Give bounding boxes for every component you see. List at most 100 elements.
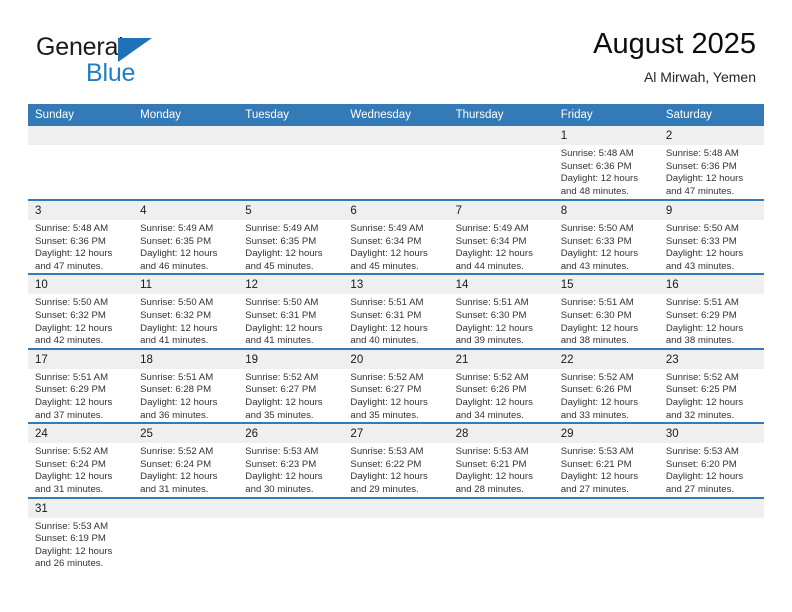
day-number <box>658 498 764 518</box>
day-number: 2 <box>658 126 764 145</box>
calendar-day-cell[interactable]: 28 Sunrise: 5:53 AM Sunset: 6:21 PM Dayligh… <box>448 422 554 498</box>
day-number: 5 <box>238 201 344 220</box>
calendar-day-cell[interactable]: 16 Sunrise: 5:51 AM Sunset: 6:29 PM Dayligh… <box>658 273 764 349</box>
day-cell-inner: 27 Sunrise: 5:53 AM Sunset: 6:22 PM Dayligh… <box>343 424 449 496</box>
calendar-day-cell[interactable]: 25 Sunrise: 5:52 AM Sunset: 6:24 PM Dayligh… <box>133 422 239 498</box>
brand-logo[interactable]: General Blue <box>36 33 216 89</box>
daylight-text-line1: Daylight: 12 hours <box>140 396 218 408</box>
sunset-text: Sunset: 6:33 PM <box>560 235 632 247</box>
calendar-day-cell[interactable]: 2 Sunrise: 5:48 AM Sunset: 6:36 PM Daylight… <box>658 126 764 200</box>
day-cell-inner <box>238 498 344 576</box>
calendar-day-cell[interactable]: 14 Sunrise: 5:51 AM Sunset: 6:30 PM Dayligh… <box>448 273 554 349</box>
calendar-week-row: 31 Sunrise: 5:53 AM Sunset: 6:19 PM Dayligh… <box>28 496 764 576</box>
calendar-day-cell[interactable]: 10 Sunrise: 5:50 AM Sunset: 6:32 PM Dayligh… <box>28 273 134 349</box>
daylight-text-line2: and 31 minutes. <box>35 483 104 495</box>
day-number: 17 <box>28 349 134 369</box>
daylight-text-line2: and 33 minutes. <box>560 409 629 421</box>
sunrise-text: Sunrise: 5:53 AM <box>560 446 634 458</box>
day-number: 15 <box>553 275 659 295</box>
calendar-day-cell[interactable]: 15 Sunrise: 5:51 AM Sunset: 6:30 PM Dayligh… <box>553 273 659 349</box>
sunset-text: Sunset: 6:27 PM <box>245 384 317 396</box>
day-cell-inner: 22 Sunrise: 5:52 AM Sunset: 6:26 PM Dayligh… <box>553 349 659 422</box>
calendar-day-cell[interactable]: 7 Sunrise: 5:49 AM Sunset: 6:34 PM Daylight… <box>448 198 554 275</box>
calendar-day-cell[interactable]: 29 Sunrise: 5:53 AM Sunset: 6:21 PM Dayligh… <box>553 422 659 498</box>
calendar-day-cell[interactable]: 3 Sunrise: 5:48 AM Sunset: 6:36 PM Daylight… <box>28 198 134 275</box>
calendar-day-cell[interactable]: 27 Sunrise: 5:53 AM Sunset: 6:22 PM Dayligh… <box>343 422 449 498</box>
calendar-day-cell-empty <box>658 496 764 576</box>
calendar-day-cell[interactable]: 9 Sunrise: 5:50 AM Sunset: 6:33 PM Daylight… <box>658 198 764 275</box>
daylight-text-line1: Daylight: 12 hours <box>245 471 323 483</box>
calendar-day-cell[interactable]: 13 Sunrise: 5:51 AM Sunset: 6:31 PM Dayligh… <box>343 273 449 349</box>
day-info: Sunrise: 5:49 AM Sunset: 6:34 PM Daylight:… <box>343 220 448 273</box>
calendar-day-cell[interactable]: 30 Sunrise: 5:53 AM Sunset: 6:20 PM Dayligh… <box>658 422 764 498</box>
calendar-week-row: 1 Sunrise: 5:48 AM Sunset: 6:36 PM Daylight… <box>28 126 764 200</box>
calendar-day-cell[interactable]: 24 Sunrise: 5:52 AM Sunset: 6:24 PM Dayligh… <box>28 422 134 498</box>
daylight-text-line2: and 35 minutes. <box>350 409 419 421</box>
calendar-day-cell[interactable]: 26 Sunrise: 5:53 AM Sunset: 6:23 PM Dayligh… <box>238 422 344 498</box>
weekday-header-friday: Friday <box>553 104 659 126</box>
calendar-day-cell-empty <box>343 126 449 200</box>
daylight-text-line1: Daylight: 12 hours <box>35 471 113 483</box>
daylight-text-line1: Daylight: 12 hours <box>665 248 744 260</box>
calendar-day-cell[interactable]: 22 Sunrise: 5:52 AM Sunset: 6:26 PM Dayligh… <box>553 347 659 424</box>
day-cell-inner <box>448 498 554 576</box>
day-number: 24 <box>28 424 134 444</box>
daylight-text-line1: Daylight: 12 hours <box>350 248 428 260</box>
sunrise-text: Sunrise: 5:53 AM <box>455 446 529 458</box>
daylight-text-line2: and 43 minutes. <box>560 260 629 272</box>
day-number: 20 <box>343 349 449 369</box>
daylight-text-line1: Daylight: 12 hours <box>350 322 428 334</box>
day-number: 13 <box>343 275 449 295</box>
sunset-text: Sunset: 6:34 PM <box>350 235 422 247</box>
day-info: Sunrise: 5:53 AM Sunset: 6:21 PM Daylight:… <box>449 443 554 496</box>
daylight-text-line2: and 32 minutes. <box>665 409 735 421</box>
day-cell-inner: 16 Sunrise: 5:51 AM Sunset: 6:29 PM Dayligh… <box>658 275 764 347</box>
day-number: 22 <box>553 349 659 369</box>
calendar-day-cell[interactable]: 18 Sunrise: 5:51 AM Sunset: 6:28 PM Dayligh… <box>133 347 239 424</box>
day-cell-inner <box>448 126 554 199</box>
sunrise-text: Sunrise: 5:50 AM <box>35 297 109 309</box>
calendar-day-cell[interactable]: 1 Sunrise: 5:48 AM Sunset: 6:36 PM Daylight… <box>553 126 659 200</box>
daylight-text-line1: Daylight: 12 hours <box>245 322 323 334</box>
sunset-text: Sunset: 6:30 PM <box>455 309 527 321</box>
day-info: Sunrise: 5:51 AM Sunset: 6:28 PM Daylight:… <box>133 369 238 422</box>
day-cell-inner: 10 Sunrise: 5:50 AM Sunset: 6:32 PM Dayligh… <box>28 275 134 347</box>
daylight-text-line1: Daylight: 12 hours <box>35 545 113 557</box>
day-number: 3 <box>28 201 134 220</box>
sunset-text: Sunset: 6:29 PM <box>665 309 737 321</box>
sunrise-text: Sunrise: 5:52 AM <box>245 371 319 383</box>
sunrise-text: Sunrise: 5:49 AM <box>245 223 319 234</box>
calendar-day-cell[interactable]: 19 Sunrise: 5:52 AM Sunset: 6:27 PM Dayligh… <box>238 347 344 424</box>
calendar-day-cell-empty <box>238 496 344 576</box>
day-info: Sunrise: 5:53 AM Sunset: 6:19 PM Daylight:… <box>28 518 133 571</box>
daylight-text-line1: Daylight: 12 hours <box>245 248 323 260</box>
day-info: Sunrise: 5:50 AM Sunset: 6:31 PM Daylight:… <box>238 294 343 347</box>
day-cell-inner: 11 Sunrise: 5:50 AM Sunset: 6:32 PM Dayligh… <box>133 275 239 347</box>
calendar-day-cell[interactable]: 11 Sunrise: 5:50 AM Sunset: 6:32 PM Dayligh… <box>133 273 239 349</box>
day-number <box>133 498 239 518</box>
daylight-text-line1: Daylight: 12 hours <box>245 396 323 408</box>
sunset-text: Sunset: 6:25 PM <box>665 384 737 396</box>
daylight-text-line2: and 27 minutes. <box>665 483 735 495</box>
calendar-day-cell-empty <box>343 496 449 576</box>
day-cell-inner <box>553 498 659 576</box>
sunset-text: Sunset: 6:26 PM <box>455 384 527 396</box>
calendar-day-cell[interactable]: 8 Sunrise: 5:50 AM Sunset: 6:33 PM Daylight… <box>553 198 659 275</box>
calendar-day-cell[interactable]: 31 Sunrise: 5:53 AM Sunset: 6:19 PM Dayligh… <box>28 496 134 576</box>
sunrise-text: Sunrise: 5:52 AM <box>140 446 214 458</box>
calendar-day-cell[interactable]: 21 Sunrise: 5:52 AM Sunset: 6:26 PM Dayligh… <box>448 347 554 424</box>
calendar-day-cell[interactable]: 6 Sunrise: 5:49 AM Sunset: 6:34 PM Daylight… <box>343 198 449 275</box>
calendar-day-cell[interactable]: 17 Sunrise: 5:51 AM Sunset: 6:29 PM Dayligh… <box>28 347 134 424</box>
daylight-text-line1: Daylight: 12 hours <box>350 471 428 483</box>
day-cell-inner: 17 Sunrise: 5:51 AM Sunset: 6:29 PM Dayligh… <box>28 349 134 422</box>
sunrise-text: Sunrise: 5:49 AM <box>455 223 529 234</box>
day-info: Sunrise: 5:52 AM Sunset: 6:24 PM Daylight:… <box>28 443 133 496</box>
sunset-text: Sunset: 6:28 PM <box>140 384 212 396</box>
calendar-day-cell[interactable]: 20 Sunrise: 5:52 AM Sunset: 6:27 PM Dayligh… <box>343 347 449 424</box>
sunrise-text: Sunrise: 5:51 AM <box>665 297 739 309</box>
day-cell-inner: 26 Sunrise: 5:53 AM Sunset: 6:23 PM Dayligh… <box>238 424 344 496</box>
calendar-day-cell[interactable]: 23 Sunrise: 5:52 AM Sunset: 6:25 PM Dayligh… <box>658 347 764 424</box>
calendar-day-cell[interactable]: 5 Sunrise: 5:49 AM Sunset: 6:35 PM Daylight… <box>238 198 344 275</box>
calendar-day-cell[interactable]: 12 Sunrise: 5:50 AM Sunset: 6:31 PM Dayligh… <box>238 273 344 349</box>
calendar-day-cell[interactable]: 4 Sunrise: 5:49 AM Sunset: 6:35 PM Daylight… <box>133 198 239 275</box>
